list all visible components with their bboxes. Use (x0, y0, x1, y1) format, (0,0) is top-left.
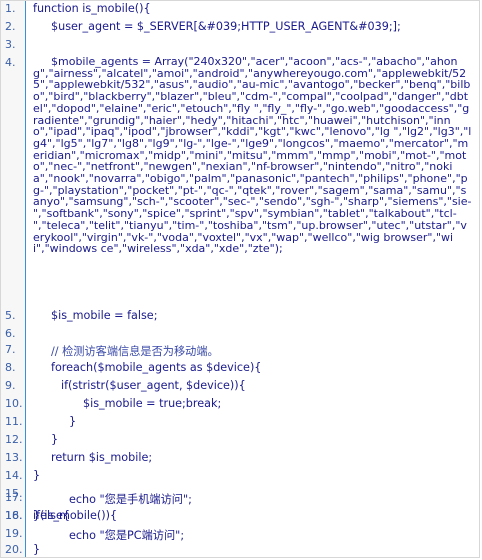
line-number: 17. (5, 491, 23, 504)
line-number: 1. (5, 2, 16, 15)
code-text: $user_agent = $_SERVER[&#039;HTTP_USER_A… (51, 20, 401, 33)
code-text: echo "您是PC端访问"; (69, 529, 185, 542)
line-number: 11. (5, 415, 23, 428)
code-text: } (51, 433, 59, 446)
code-text: $is_mobile = true;break; (83, 397, 222, 410)
line-number: 18. (5, 509, 23, 522)
line-number: 10. (5, 397, 23, 410)
line-number: 8. (5, 361, 16, 374)
code-text: $mobile_agents = Array("240x320","acer",… (33, 55, 472, 256)
code-text: } (69, 415, 77, 428)
line-number: 7. (5, 343, 16, 356)
line-number: 12. (5, 433, 23, 446)
code-comment: // 检测访客端信息是否为移动端。 (51, 345, 219, 358)
code-block: 1. function is_mobile(){ 2. $user_agent … (0, 0, 480, 558)
line-number: 3. (5, 38, 16, 51)
line-number: 9. (5, 379, 16, 392)
code-text: foreach($mobile_agents as $device){ (51, 361, 262, 374)
line-number: 4. (5, 56, 16, 69)
code-text: if(stristr($user_agent, $device)){ (61, 379, 246, 392)
code-text: } (33, 469, 41, 482)
line-number: 19. (5, 527, 23, 540)
code-text: }else{ (33, 509, 70, 522)
code-text: return $is_mobile; (51, 451, 153, 464)
line-number: 14. (5, 469, 23, 482)
code-text: $is_mobile = false; (51, 309, 158, 322)
line-number: 2. (5, 20, 16, 33)
code-text: echo "您是手机端访问"; (69, 493, 192, 506)
code-text: } (33, 543, 41, 556)
line-number: 5. (5, 309, 16, 322)
line-number: 6. (5, 327, 16, 340)
line-number: 20. (5, 543, 23, 556)
line-number: 13. (5, 451, 23, 464)
code-text: function is_mobile(){ (33, 2, 151, 15)
